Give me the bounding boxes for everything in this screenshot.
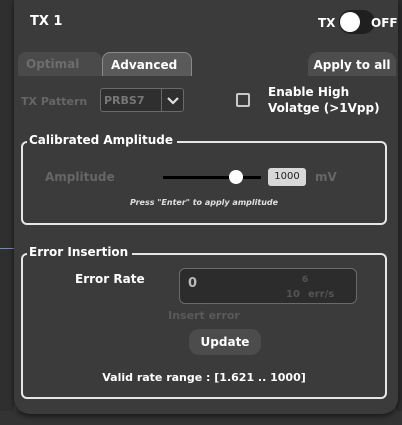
tx-settings-panel: TX 1 TX OFF Optimal Advanced Apply to al… — [14, 0, 398, 414]
amplitude-label: Amplitude — [45, 170, 115, 184]
toggle-knob — [340, 12, 360, 32]
calibrated-amplitude-group: Calibrated Amplitude Amplitude 1000 mV P… — [21, 133, 387, 225]
error-rate-label: Error Rate — [75, 272, 145, 286]
background-area — [0, 0, 14, 425]
error-rate-unit-base: 10 — [286, 289, 300, 300]
tx-pattern-value: PRBS7 — [104, 94, 145, 107]
tx-toggle-label: TX — [318, 16, 336, 30]
valid-rate-range: Valid rate range : [1.621 .. 1000] — [102, 371, 306, 384]
tab-advanced[interactable]: Advanced — [102, 52, 192, 76]
apply-to-all-button[interactable]: Apply to all — [308, 52, 396, 76]
amplitude-input[interactable]: 1000 — [268, 168, 306, 186]
background-line — [0, 248, 14, 249]
amplitude-slider-rest[interactable] — [245, 176, 261, 179]
amplitude-hint: Press "Enter" to apply amplitude — [129, 198, 279, 207]
error-rate-input[interactable]: 0 10 6 err/s — [179, 268, 357, 304]
error-rate-unit-suffix: err/s — [308, 289, 335, 300]
chevron-down-icon[interactable] — [161, 89, 183, 111]
amplitude-unit: mV — [315, 170, 337, 184]
panel-title: TX 1 — [30, 14, 63, 29]
update-button[interactable]: Update — [189, 329, 261, 355]
calibrated-amplitude-title: Calibrated Amplitude — [27, 133, 177, 147]
enable-high-voltage-label: Enable High Volatge (>1Vpp) — [268, 85, 380, 115]
error-insertion-title: Error Insertion — [27, 245, 133, 259]
error-rate-value: 0 — [188, 276, 198, 291]
error-rate-unit-exp: 6 — [302, 275, 309, 285]
insert-error-label: Insert error — [168, 309, 240, 322]
tx-toggle-switch[interactable] — [339, 10, 375, 34]
toggle-state-label: OFF — [371, 16, 398, 30]
enable-high-voltage-checkbox[interactable] — [236, 93, 250, 107]
tab-optimal[interactable]: Optimal — [18, 52, 102, 76]
tx-pattern-label: TX Pattern — [21, 95, 88, 108]
tx-pattern-select[interactable]: PRBS7 — [100, 88, 184, 112]
error-insertion-group: Error Insertion Error Rate 0 10 6 err/s … — [21, 245, 387, 399]
amplitude-slider-handle[interactable] — [229, 170, 243, 184]
